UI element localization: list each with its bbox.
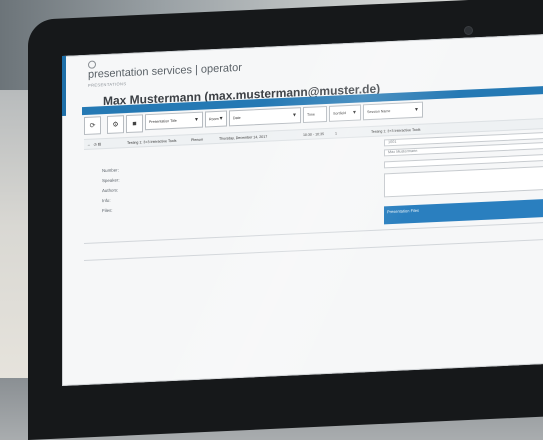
number-label: Number:	[102, 167, 119, 174]
save-icon: ■	[132, 120, 137, 128]
column-header-date[interactable]: Date ▼	[229, 107, 301, 127]
column-header-time[interactable]: Time	[303, 105, 327, 124]
refresh-button[interactable]: ⟳	[84, 116, 101, 136]
speaker-label: Speaker:	[102, 177, 120, 184]
refresh-icon: ⟳	[89, 122, 96, 130]
column-header-room[interactable]: Room ▼	[205, 110, 227, 128]
camera-dot	[464, 26, 473, 35]
row-date: Thursday, December 14, 2017	[219, 134, 268, 141]
column-label: Room	[209, 116, 219, 122]
left-accent-bar	[62, 55, 66, 116]
column-label: Sortfield	[333, 111, 347, 116]
row-sort: 1	[335, 131, 337, 136]
info-label: Info:	[102, 197, 111, 204]
column-label: Session Name	[367, 109, 391, 115]
column-header-session[interactable]: Session Name ▼	[363, 101, 423, 121]
filter-icon[interactable]: ▼	[352, 110, 357, 116]
column-header-sortfield[interactable]: Sortfield ▼	[329, 104, 361, 122]
files-label: Files:	[102, 207, 113, 214]
filter-icon[interactable]: ▼	[292, 112, 297, 118]
app-subtitle: PRESENTATIONS	[88, 81, 127, 88]
row-title: Testing 1: 3+3 Interactive Tools	[127, 138, 177, 145]
save-button[interactable]: ■	[126, 114, 143, 134]
filter-icon[interactable]: ▼	[219, 116, 224, 122]
app-title: presentation services | operator	[88, 61, 242, 81]
filter-icon[interactable]: ▼	[414, 107, 419, 113]
filter-icon[interactable]: ▼	[194, 117, 199, 123]
column-header-title[interactable]: Presentation Title ▼	[145, 111, 203, 131]
row-time: 10:30 - 10:35	[303, 131, 325, 137]
laptop-screen: presentation services | operator PRESENT…	[62, 33, 543, 386]
info-field[interactable]	[384, 164, 543, 198]
files-panel-label: Presentation Files	[387, 207, 420, 215]
row-action-icons: ↔ ◷ ▤	[87, 141, 102, 147]
row-session: Testing 1: 3+3 Interactive Tools	[371, 127, 421, 134]
column-label: Presentation Title	[149, 118, 177, 125]
row-room: Plenum	[191, 137, 204, 142]
column-label: Time	[307, 112, 315, 117]
settings-button[interactable]: ⚙	[107, 115, 124, 134]
presentation-files-panel[interactable]: Presentation Files	[384, 197, 543, 225]
authors-label: Authors:	[102, 187, 119, 194]
column-label: Date	[233, 115, 241, 121]
settings-icon: ⚙	[112, 121, 119, 129]
